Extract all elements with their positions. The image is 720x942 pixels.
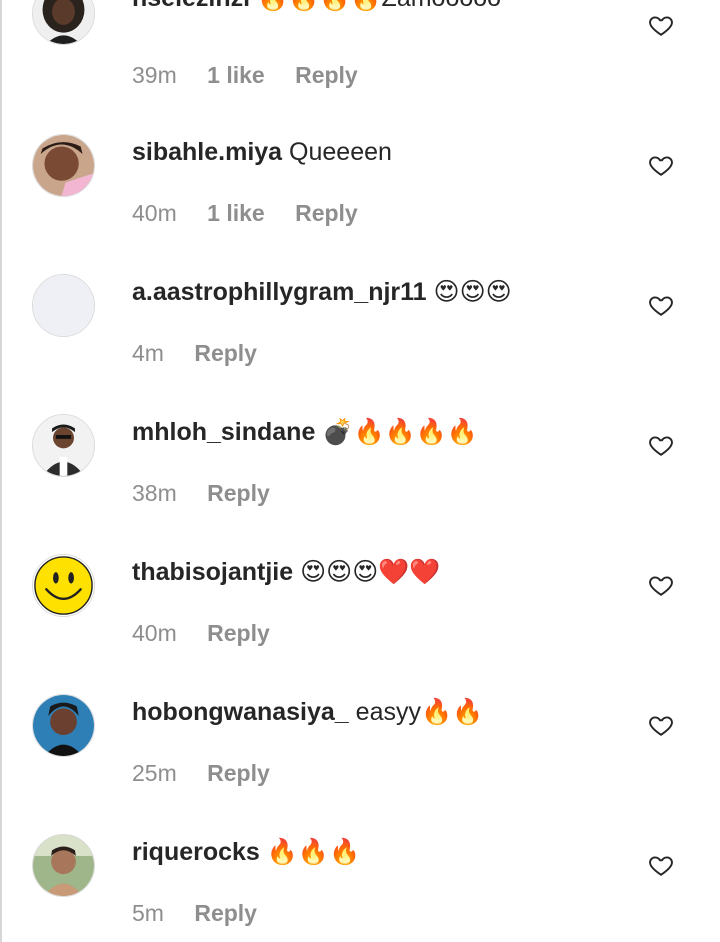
heart-outline-icon[interactable] bbox=[648, 852, 674, 878]
reply-button[interactable]: Reply bbox=[295, 200, 358, 226]
avatar[interactable] bbox=[32, 134, 95, 197]
reply-button[interactable]: Reply bbox=[207, 620, 270, 646]
comment-body: Queeeen bbox=[289, 138, 392, 166]
comment-time: 40m bbox=[132, 620, 177, 646]
comment-text-line: a.aastrophillygram_njr11 😍😍😍 bbox=[132, 276, 512, 308]
comment-time: 25m bbox=[132, 760, 177, 786]
comment-username[interactable]: mhloh_sindane bbox=[132, 418, 315, 446]
comment-item: mhloh_sindane 💣🔥🔥🔥🔥 38m Reply bbox=[0, 402, 720, 542]
comment-username[interactable]: a.aastrophillygram_njr11 bbox=[132, 278, 427, 306]
reply-button[interactable]: Reply bbox=[295, 62, 358, 88]
comment-item: sibahle.miya Queeeen 40m 1 like Reply bbox=[0, 122, 720, 262]
comment-text-line: hobongwanasiya_ easyy🔥🔥 bbox=[132, 696, 483, 728]
comment-body: 🔥🔥🔥🔥Zamooooo bbox=[257, 0, 501, 12]
reply-button[interactable]: Reply bbox=[207, 760, 270, 786]
avatar[interactable] bbox=[32, 0, 95, 45]
avatar[interactable] bbox=[32, 414, 95, 477]
avatar[interactable] bbox=[32, 274, 95, 337]
reply-button[interactable]: Reply bbox=[194, 340, 257, 366]
comment-username[interactable]: hobongwanasiya_ bbox=[132, 698, 349, 726]
comment-likes[interactable]: 1 like bbox=[207, 200, 265, 226]
comment-body: easyy🔥🔥 bbox=[355, 698, 484, 726]
comment-item: hobongwanasiya_ easyy🔥🔥 25m Reply bbox=[0, 682, 720, 822]
comment-text-line: sibahle.miya Queeeen bbox=[132, 136, 392, 168]
comment-likes[interactable]: 1 like bbox=[207, 62, 265, 88]
comment-time: 5m bbox=[132, 900, 164, 926]
comment-meta: 5m Reply bbox=[132, 898, 281, 928]
comment-text-line: thabisojantjie 😍😍😍❤️❤️ bbox=[132, 556, 441, 588]
comment-item: thabisojantjie 😍😍😍❤️❤️ 40m Reply bbox=[0, 542, 720, 682]
comment-time: 4m bbox=[132, 340, 164, 366]
comment-meta: 39m 1 like Reply bbox=[132, 60, 382, 90]
comment-body: 🔥🔥🔥 bbox=[266, 838, 361, 866]
comment-meta: 4m Reply bbox=[132, 338, 281, 368]
comment-body: 😍😍😍 bbox=[433, 278, 512, 306]
comment-username[interactable]: sibahle.miya bbox=[132, 138, 282, 166]
comment-body: 💣🔥🔥🔥🔥 bbox=[322, 418, 478, 446]
comment-meta: 40m Reply bbox=[132, 618, 294, 648]
heart-outline-icon[interactable] bbox=[648, 572, 674, 598]
comment-meta: 38m Reply bbox=[132, 478, 294, 508]
comment-username[interactable]: riquerocks bbox=[132, 838, 260, 866]
heart-outline-icon[interactable] bbox=[648, 152, 674, 178]
comment-list: nselezinzi 🔥🔥🔥🔥Zamooooo 39m 1 like Reply… bbox=[0, 0, 720, 942]
comment-username[interactable]: nselezinzi bbox=[132, 0, 250, 12]
comment-time: 39m bbox=[132, 62, 177, 88]
comment-item: a.aastrophillygram_njr11 😍😍😍 4m Reply bbox=[0, 262, 720, 402]
heart-outline-icon[interactable] bbox=[648, 712, 674, 738]
avatar[interactable] bbox=[32, 694, 95, 757]
reply-button[interactable]: Reply bbox=[207, 480, 270, 506]
comment-username[interactable]: thabisojantjie bbox=[132, 558, 293, 586]
comment-item: riquerocks 🔥🔥🔥 5m Reply bbox=[0, 822, 720, 942]
avatar[interactable] bbox=[32, 554, 95, 617]
comment-text-line: riquerocks 🔥🔥🔥 bbox=[132, 836, 360, 868]
heart-outline-icon[interactable] bbox=[648, 12, 674, 38]
comment-meta: 40m 1 like Reply bbox=[132, 198, 382, 228]
heart-outline-icon[interactable] bbox=[648, 432, 674, 458]
reply-button[interactable]: Reply bbox=[194, 900, 257, 926]
comment-time: 40m bbox=[132, 200, 177, 226]
avatar[interactable] bbox=[32, 834, 95, 897]
comment-text-line: nselezinzi 🔥🔥🔥🔥Zamooooo bbox=[132, 0, 501, 14]
comment-meta: 25m Reply bbox=[132, 758, 294, 788]
heart-outline-icon[interactable] bbox=[648, 292, 674, 318]
comment-body: 😍😍😍❤️❤️ bbox=[300, 558, 441, 586]
comment-item: nselezinzi 🔥🔥🔥🔥Zamooooo 39m 1 like Reply bbox=[0, 0, 720, 122]
comment-text-line: mhloh_sindane 💣🔥🔥🔥🔥 bbox=[132, 416, 478, 448]
comment-time: 38m bbox=[132, 480, 177, 506]
